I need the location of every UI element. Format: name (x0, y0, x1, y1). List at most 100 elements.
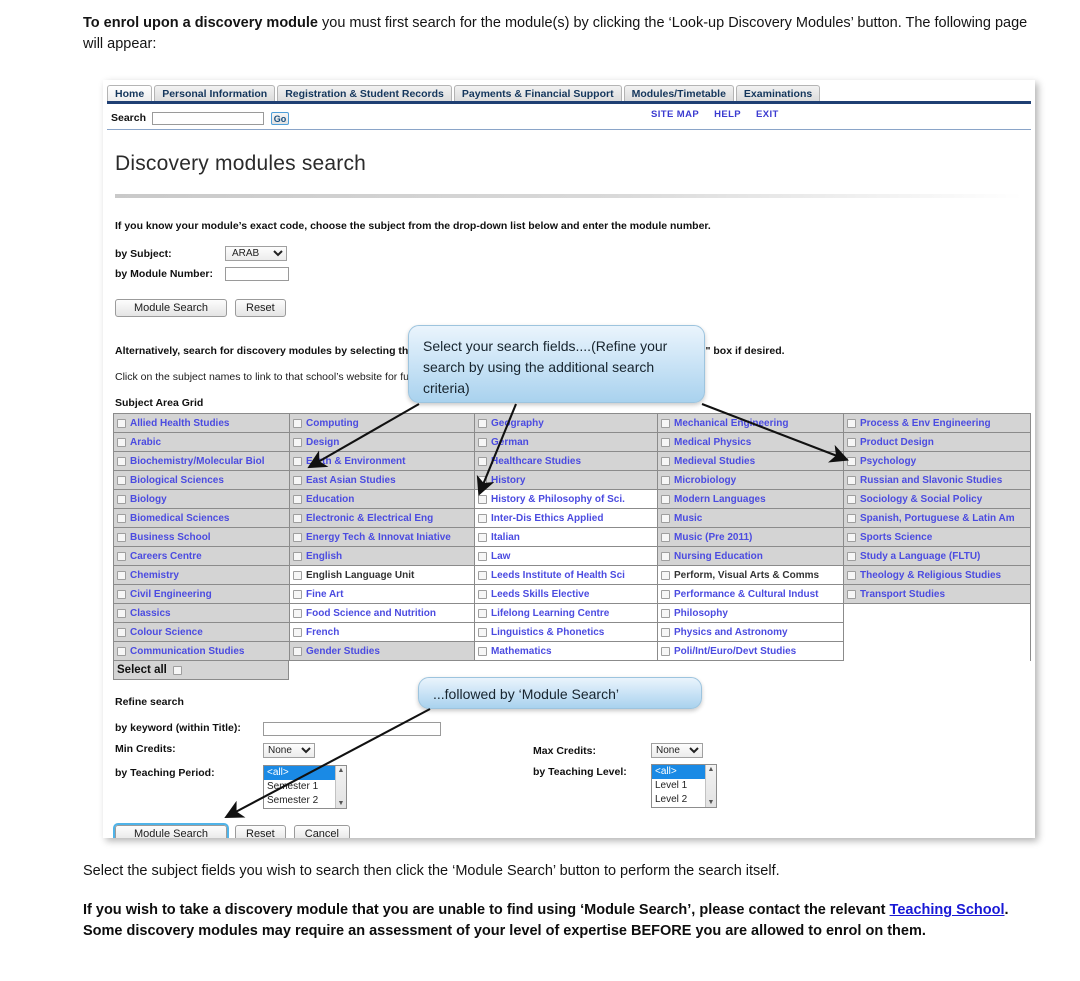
checkbox-icon[interactable] (117, 646, 126, 656)
search-input[interactable] (152, 111, 265, 125)
tab-payments-financial-support[interactable]: Payments & Financial Support (453, 85, 622, 101)
checkbox-icon[interactable] (847, 589, 856, 599)
checkbox-icon[interactable] (293, 418, 302, 428)
subject-cell[interactable]: East Asian Studies (290, 471, 474, 490)
checkbox-icon[interactable] (117, 627, 126, 637)
subject-cell[interactable]: Energy Tech & Innovat Iniative (290, 528, 474, 547)
checkbox-icon[interactable] (847, 475, 856, 485)
checkbox-icon[interactable] (661, 494, 670, 504)
checkbox-icon[interactable] (293, 608, 302, 618)
checkbox-icon[interactable] (117, 589, 126, 599)
scroll-up-icon[interactable]: ▲ (708, 766, 715, 773)
teaching-level-option-level-2[interactable]: Level 2 (652, 793, 705, 807)
subject-cell[interactable]: Classics (114, 604, 289, 623)
checkbox-icon[interactable] (661, 532, 670, 542)
go-button[interactable]: Go (271, 111, 290, 125)
checkbox-icon[interactable] (117, 551, 126, 561)
min-credits-select[interactable]: None (263, 743, 315, 758)
subject-cell[interactable]: Computing (290, 414, 474, 433)
checkbox-icon[interactable] (293, 456, 302, 466)
checkbox-icon[interactable] (478, 551, 487, 561)
subject-cell[interactable]: Geography (475, 414, 657, 433)
subject-cell[interactable]: Civil Engineering (114, 585, 289, 604)
keyword-input[interactable] (263, 722, 441, 736)
tab-modules-timetable[interactable]: Modules/Timetable (623, 85, 734, 101)
subject-cell[interactable]: Philosophy (658, 604, 843, 623)
subject-cell[interactable]: Business School (114, 528, 289, 547)
subject-cell[interactable]: Sports Science (844, 528, 1030, 547)
subject-cell[interactable]: Gender Studies (290, 642, 474, 661)
subject-cell[interactable]: Sociology & Social Policy (844, 490, 1030, 509)
checkbox-icon[interactable] (293, 551, 302, 561)
scroll-up-icon[interactable]: ▲ (338, 767, 345, 774)
checkbox-icon[interactable] (847, 551, 856, 561)
checkbox-icon[interactable] (847, 456, 856, 466)
bottom-cancel-button[interactable]: Cancel (293, 825, 350, 838)
subject-cell[interactable]: Food Science and Nutrition (290, 604, 474, 623)
module-number-input[interactable] (225, 267, 289, 281)
subject-cell[interactable]: Earth & Environment (290, 452, 474, 471)
checkbox-icon[interactable] (847, 570, 856, 580)
subject-cell[interactable]: Performance & Cultural Indust (658, 585, 843, 604)
subject-cell[interactable]: Biomedical Sciences (114, 509, 289, 528)
checkbox-icon[interactable] (478, 437, 487, 447)
checkbox-icon[interactable] (293, 532, 302, 542)
bottom-reset-button[interactable]: Reset (235, 825, 286, 838)
checkbox-icon[interactable] (661, 456, 670, 466)
subject-cell[interactable]: Careers Centre (114, 547, 289, 566)
subject-cell[interactable]: Fine Art (290, 585, 474, 604)
subject-cell[interactable]: Linguistics & Phonetics (475, 623, 657, 642)
subject-cell[interactable]: Arabic (114, 433, 289, 452)
checkbox-icon[interactable] (117, 456, 126, 466)
checkbox-icon[interactable] (661, 437, 670, 447)
tab-personal-information[interactable]: Personal Information (154, 85, 276, 101)
teaching-school-link[interactable]: Teaching School (890, 902, 1005, 918)
subject-cell[interactable]: Medieval Studies (658, 452, 843, 471)
checkbox-icon[interactable] (847, 532, 856, 542)
teaching-level-listbox[interactable]: <all> Level 1 Level 2 ▲ ▼ (651, 764, 717, 808)
subject-cell[interactable]: Lifelong Learning Centre (475, 604, 657, 623)
checkbox-icon[interactable] (478, 418, 487, 428)
subject-cell[interactable]: Leeds Skills Elective (475, 585, 657, 604)
subject-cell[interactable]: English Language Unit (290, 566, 474, 585)
select-all-row[interactable]: Select all (113, 661, 289, 680)
subject-cell[interactable]: French (290, 623, 474, 642)
checkbox-icon[interactable] (478, 646, 487, 656)
subject-cell[interactable]: Communication Studies (114, 642, 289, 661)
checkbox-icon[interactable] (293, 646, 302, 656)
subject-cell[interactable]: Product Design (844, 433, 1030, 452)
subject-cell[interactable]: Spanish, Portuguese & Latin Am (844, 509, 1030, 528)
checkbox-icon[interactable] (478, 608, 487, 618)
checkbox-icon[interactable] (293, 475, 302, 485)
subject-cell[interactable]: Nursing Education (658, 547, 843, 566)
subject-cell[interactable]: Chemistry (114, 566, 289, 585)
checkbox-icon[interactable] (847, 513, 856, 523)
subject-cell[interactable]: Biological Sciences (114, 471, 289, 490)
checkbox-icon[interactable] (293, 589, 302, 599)
checkbox-icon[interactable] (117, 494, 126, 504)
subject-cell[interactable]: Transport Studies (844, 585, 1030, 604)
checkbox-icon[interactable] (661, 513, 670, 523)
subject-cell[interactable]: Music (Pre 2011) (658, 528, 843, 547)
checkbox-icon[interactable] (661, 418, 670, 428)
subject-cell[interactable]: Microbiology (658, 471, 843, 490)
subject-cell[interactable]: Italian (475, 528, 657, 547)
subject-select[interactable]: ARAB (225, 246, 287, 261)
teaching-period-option-semester-2[interactable]: Semester 2 (264, 794, 335, 808)
subject-cell[interactable]: Education (290, 490, 474, 509)
tab-home[interactable]: Home (107, 85, 153, 101)
subject-cell[interactable]: Russian and Slavonic Studies (844, 471, 1030, 490)
teaching-period-option-all[interactable]: <all> (264, 766, 335, 780)
checkbox-icon[interactable] (478, 494, 487, 504)
checkbox-icon[interactable] (478, 570, 487, 580)
bottom-module-search-button[interactable]: Module Search (113, 823, 229, 838)
subject-cell[interactable]: Music (658, 509, 843, 528)
subject-cell[interactable]: Electronic & Electrical Eng (290, 509, 474, 528)
scroll-down-icon[interactable]: ▼ (338, 800, 345, 807)
checkbox-icon[interactable] (478, 532, 487, 542)
checkbox-icon[interactable] (117, 437, 126, 447)
subject-cell[interactable]: Poli/Int/Euro/Devt Studies (658, 642, 843, 661)
subject-cell[interactable]: Leeds Institute of Health Sci (475, 566, 657, 585)
checkbox-icon[interactable] (661, 475, 670, 485)
subject-cell[interactable]: Mechanical Engineering (658, 414, 843, 433)
